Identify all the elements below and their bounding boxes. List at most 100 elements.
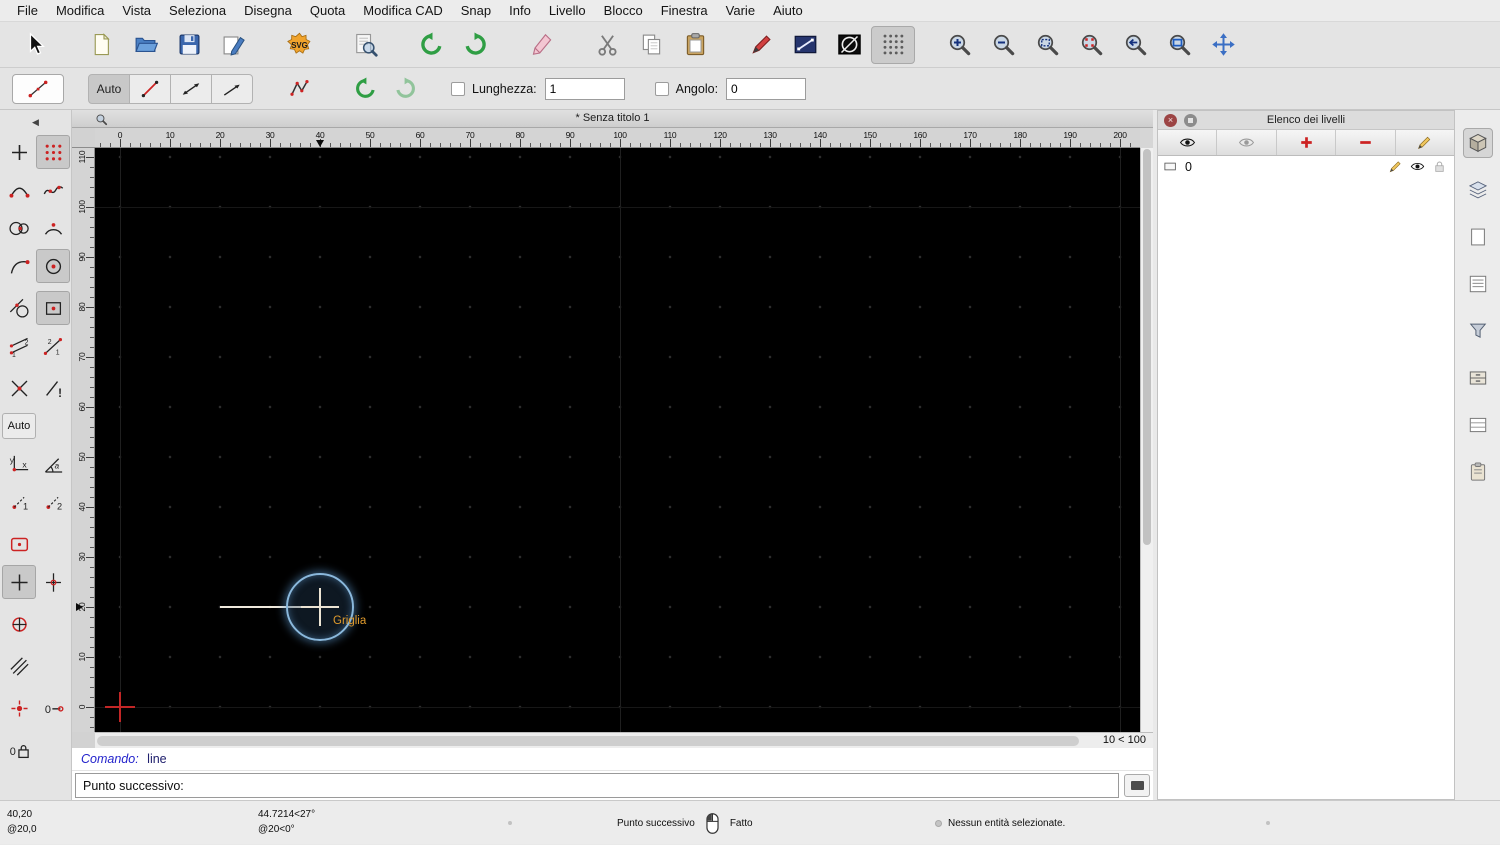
relative-point-2-button[interactable]: 2 [36,485,70,519]
redo-button[interactable] [453,26,497,64]
relative-zero-lock-button[interactable]: 0 [2,733,36,767]
open-file-button[interactable] [123,26,167,64]
snap-entity-box-button[interactable] [36,291,70,325]
zoom-window-button[interactable] [1157,26,1201,64]
drawing-canvas[interactable]: Griglia [95,148,1140,732]
current-tool-button[interactable] [12,73,64,104]
zoom-in-button[interactable] [937,26,981,64]
draft-mode-button[interactable] [827,26,871,64]
line-angle-button[interactable] [211,73,253,104]
line-attributes-button[interactable] [783,26,827,64]
menu-finestra[interactable]: Finestra [652,0,717,22]
snap-curve-end-button[interactable] [2,249,36,283]
menu-aiuto[interactable]: Aiuto [764,0,812,22]
snap-grid-button[interactable] [36,135,70,169]
dock-pen-palette-button[interactable] [1463,363,1493,393]
menu-modifica-cad[interactable]: Modifica CAD [354,0,451,22]
horizontal-scrollbar-thumb[interactable] [97,735,1079,746]
close-panel-icon[interactable] [1164,113,1177,127]
line-mode-auto-button[interactable]: Auto [88,73,130,104]
paste-button[interactable] [673,26,717,64]
zoom-pan-button[interactable] [1201,26,1245,64]
show-all-layers-button[interactable] [1158,130,1218,155]
dock-block-list-button[interactable] [1463,222,1493,252]
restrict-intersection-button[interactable] [2,371,36,405]
snap-angle-a-button[interactable]: a [36,447,70,481]
menu-vista[interactable]: Vista [113,0,160,22]
command-input[interactable] [190,774,1118,797]
angle-checkbox[interactable] [654,81,669,96]
dock-selection-filter-button[interactable] [1463,316,1493,346]
zoom-previous-button[interactable] [1113,26,1157,64]
restrict-xy-button[interactable]: yx [2,447,36,481]
print-preview-button[interactable] [343,26,387,64]
snap-endpoint-button[interactable] [2,173,36,207]
grid-toggle-button[interactable] [871,25,915,64]
undo-segment-button[interactable] [345,73,385,105]
line-two-points-button[interactable] [170,73,212,104]
float-panel-icon[interactable] [1184,113,1197,127]
snap-auto-button[interactable]: Auto [2,413,36,439]
menu-seleziona[interactable]: Seleziona [160,0,235,22]
svg-export-button[interactable]: SVG [277,26,321,64]
dock-library-browser-button[interactable] [1462,128,1493,158]
zoom-auto-button[interactable] [1025,26,1069,64]
menu-file[interactable]: File [8,0,47,22]
length-checkbox[interactable] [451,81,465,96]
horizontal-scrollbar[interactable]: 10 < 100 [95,732,1153,748]
line-free-button[interactable] [129,73,171,104]
hatch-lines-button[interactable] [2,649,36,683]
polyline-close-button[interactable] [279,73,319,105]
layer-row[interactable]: 0 [1158,156,1454,177]
snap-tangent-circles-button[interactable] [2,211,36,245]
pen-attributes-button[interactable] [739,26,783,64]
vertical-scrollbar-thumb[interactable] [1143,149,1151,545]
relative-zero-button[interactable]: 0 [36,691,70,725]
menu-livello[interactable]: Livello [540,0,595,22]
snap-distance-points-button[interactable]: 21 [36,329,70,363]
snap-tangent-line-button[interactable] [2,291,36,325]
dock-entity-list-button[interactable] [1463,410,1493,440]
remove-layer-button[interactable] [1336,130,1396,155]
snap-free-button[interactable] [2,135,36,169]
restrict-nothing-button[interactable]: ! [36,371,70,405]
dock-command-history-button[interactable] [1463,269,1493,299]
snap-red-point-button[interactable] [2,691,36,725]
zoom-redraw-button[interactable] [1069,26,1113,64]
snap-center-button[interactable] [36,249,70,283]
vertical-scrollbar[interactable] [1140,148,1153,732]
selection-pointer-button[interactable] [13,26,57,64]
menu-quota[interactable]: Quota [301,0,354,22]
document-titlebar[interactable]: * Senza titolo 1 [72,110,1153,128]
angle-input[interactable] [726,77,807,100]
snap-arc-point-button[interactable] [36,211,70,245]
length-input[interactable] [544,77,625,100]
snap-on-entity-button[interactable] [36,173,70,207]
dock-clipboard-button[interactable] [1463,457,1493,487]
menu-snap[interactable]: Snap [452,0,500,22]
crosshair-plus-button[interactable] [2,565,36,599]
save-button[interactable] [167,26,211,64]
delete-entity-button[interactable] [519,26,563,64]
menu-disegna[interactable]: Disegna [235,0,301,22]
hide-all-layers-button[interactable] [1217,130,1277,155]
command-history-toggle-button[interactable] [1124,774,1150,797]
crosshair-lines-button[interactable] [36,565,70,599]
relative-point-1-button[interactable]: 1 [2,485,36,519]
collapse-left-toolbar-button[interactable]: ◀ [4,113,67,131]
menu-info[interactable]: Info [500,0,540,22]
menu-varie[interactable]: Varie [717,0,764,22]
selection-region-button[interactable] [2,527,36,561]
new-document-button[interactable] [79,26,123,64]
menu-blocco[interactable]: Blocco [595,0,652,22]
zoom-out-button[interactable] [981,26,1025,64]
cut-button[interactable] [585,26,629,64]
snap-circle-plus-button[interactable] [2,607,36,641]
copy-button[interactable] [629,26,673,64]
menu-modifica[interactable]: Modifica [47,0,113,22]
undo-button[interactable] [409,26,453,64]
add-layer-button[interactable] [1277,130,1337,155]
modify-layer-button[interactable] [1396,130,1454,155]
snap-angle-points-button[interactable]: 21 [2,329,36,363]
redo-segment-button[interactable] [385,73,425,105]
